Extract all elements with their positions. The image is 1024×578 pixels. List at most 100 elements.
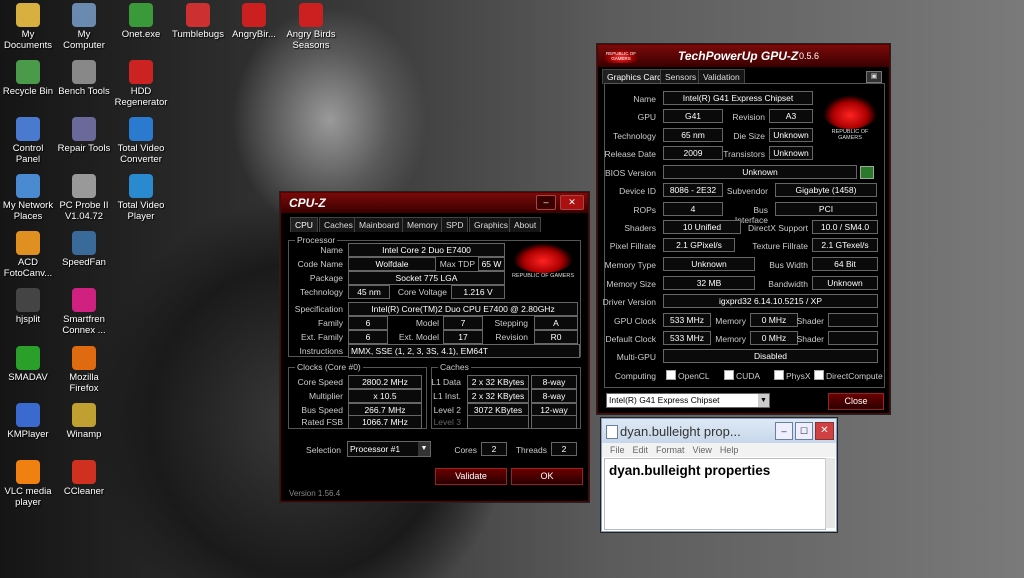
- hdd-regenerator-icon[interactable]: [129, 60, 153, 84]
- extfamily-label: Ext. Family: [300, 332, 343, 342]
- checkbox-directcompute[interactable]: [814, 370, 824, 380]
- minimize-button[interactable]: –: [536, 195, 556, 210]
- gpuclock-value: 533 MHz: [663, 313, 711, 327]
- desktop-icon[interactable]: Angry Birds Seasons: [283, 3, 339, 51]
- checkbox-physx[interactable]: [774, 370, 784, 380]
- gpuz-version: 0.5.6: [799, 51, 820, 61]
- desktop-icon[interactable]: PC Probe II V1.04.72: [56, 174, 112, 222]
- computer-icon[interactable]: [72, 3, 96, 27]
- desktop-icon[interactable]: My Computer: [56, 3, 112, 51]
- desktop-icon[interactable]: hjsplit: [0, 288, 56, 325]
- tab-mainboard[interactable]: Mainboard: [354, 217, 405, 232]
- tab-graphics-card[interactable]: Graphics Card: [602, 69, 667, 84]
- desktop-icon[interactable]: Winamp: [56, 403, 112, 440]
- desktop-icon[interactable]: ACD FotoCanv...: [0, 231, 56, 279]
- recycle-bin-icon[interactable]: [16, 60, 40, 84]
- desktop-icon[interactable]: My Documents: [0, 3, 56, 51]
- tab-caches[interactable]: Caches: [319, 217, 358, 232]
- desktop-icon[interactable]: My Network Places: [0, 174, 56, 222]
- desktop-icon[interactable]: Total Video Converter: [113, 117, 169, 165]
- close-button[interactable]: ✕: [815, 422, 834, 440]
- angry-birds-icon[interactable]: [242, 3, 266, 27]
- total-video-player-icon[interactable]: [129, 174, 153, 198]
- smartfren-icon[interactable]: [72, 288, 96, 312]
- validate-button[interactable]: Validate: [435, 468, 507, 485]
- desktop-icon[interactable]: Bench Tools: [56, 60, 112, 97]
- technology-label: Technology: [299, 287, 343, 297]
- directx-value: 10.0 / SM4.0: [812, 220, 878, 234]
- gpuclock-label: GPU Clock: [613, 316, 656, 326]
- tab-cpu[interactable]: CPU: [290, 217, 318, 232]
- angry-birds-seasons-icon[interactable]: [299, 3, 323, 27]
- desktop-icon[interactable]: Recycle Bin: [0, 60, 56, 97]
- smadav-icon[interactable]: [16, 346, 40, 370]
- scrollbar[interactable]: [825, 458, 835, 528]
- onet-icon[interactable]: [129, 3, 153, 27]
- tab-sensors[interactable]: Sensors: [660, 69, 702, 84]
- maxtdp-value: 65 W: [478, 257, 505, 271]
- checkbox-cuda[interactable]: [724, 370, 734, 380]
- winamp-icon[interactable]: [72, 403, 96, 427]
- ok-button[interactable]: OK: [511, 468, 583, 485]
- network-places-icon[interactable]: [16, 174, 40, 198]
- tab-memory[interactable]: Memory: [402, 217, 443, 232]
- close-button[interactable]: Close: [828, 393, 884, 410]
- tab-spd[interactable]: SPD: [441, 217, 469, 232]
- desktop-icon[interactable]: HDD Regenerator: [113, 60, 169, 108]
- total-video-converter-icon[interactable]: [129, 117, 153, 141]
- acd-fotocanvas-icon[interactable]: [16, 231, 40, 255]
- chevron-down-icon[interactable]: ▼: [418, 442, 430, 456]
- bench-tools-icon[interactable]: [72, 60, 96, 84]
- selection-dropdown[interactable]: Processor #1 ▼: [347, 441, 431, 457]
- menu-file[interactable]: File: [610, 443, 625, 457]
- desktop-icon[interactable]: Smartfren Connex ...: [56, 288, 112, 336]
- desktop-icon[interactable]: Repair Tools: [56, 117, 112, 154]
- desktop-icon[interactable]: Total Video Player: [113, 174, 169, 222]
- desktop-icon[interactable]: Control Panel: [0, 117, 56, 165]
- desktop-icon[interactable]: Mozilla Firefox: [56, 346, 112, 394]
- desktop-icon[interactable]: Tumblebugs: [170, 3, 226, 40]
- properties-titlebar[interactable]: dyan.bulleight prop... – ☐ ✕: [602, 419, 836, 443]
- checkbox-opencl[interactable]: [666, 370, 676, 380]
- repair-tools-icon[interactable]: [72, 117, 96, 141]
- cpuz-titlebar[interactable]: CPU-Z – ✕: [281, 193, 588, 213]
- vlc-icon[interactable]: [16, 460, 40, 484]
- desktop-icon[interactable]: CCleaner: [56, 460, 112, 497]
- desktop-icon[interactable]: KMPlayer: [0, 403, 56, 440]
- ccleaner-icon[interactable]: [72, 460, 96, 484]
- close-button[interactable]: ✕: [560, 195, 584, 210]
- pc-probe-icon[interactable]: [72, 174, 96, 198]
- maximize-button[interactable]: ☐: [795, 422, 813, 440]
- control-panel-icon[interactable]: [16, 117, 40, 141]
- selection-value: Processor #1: [350, 444, 401, 454]
- menu-format[interactable]: Format: [656, 443, 685, 457]
- speedfan-icon[interactable]: [72, 231, 96, 255]
- firefox-icon[interactable]: [72, 346, 96, 370]
- desktop-icon[interactable]: VLC media player: [0, 460, 56, 508]
- diesize-label: Die Size: [733, 131, 765, 141]
- folder-icon[interactable]: [16, 3, 40, 27]
- device-select[interactable]: Intel(R) G41 Express Chipset ▼: [606, 393, 770, 408]
- desktop-icon[interactable]: AngryBir...: [226, 3, 282, 40]
- gpuz-titlebar[interactable]: REPUBLIC OF GAMERS TechPowerUp GPU-Z 0.5…: [598, 45, 889, 67]
- family-value: 6: [348, 316, 388, 330]
- hjsplit-icon[interactable]: [16, 288, 40, 312]
- desktop-icon-label: AngryBir...: [232, 29, 276, 40]
- tab-graphics[interactable]: Graphics: [469, 217, 514, 232]
- menu-help[interactable]: Help: [720, 443, 739, 457]
- chip-icon[interactable]: [860, 166, 874, 179]
- tab-validation[interactable]: Validation: [698, 69, 745, 84]
- camera-icon[interactable]: ▣: [866, 71, 882, 83]
- menu-view[interactable]: View: [693, 443, 712, 457]
- desktop-icon[interactable]: SpeedFan: [56, 231, 112, 268]
- minimize-button[interactable]: –: [775, 422, 793, 440]
- revision-label: Revision: [495, 332, 528, 342]
- desktop-icon[interactable]: SMADAV: [0, 346, 56, 383]
- tab-about[interactable]: About: [509, 217, 542, 232]
- text-area[interactable]: dyan.bulleight properties: [604, 458, 826, 530]
- desktop-icon[interactable]: Onet.exe: [113, 3, 169, 40]
- menu-edit[interactable]: Edit: [633, 443, 649, 457]
- tumblebugs-icon[interactable]: [186, 3, 210, 27]
- chevron-down-icon[interactable]: ▼: [758, 394, 769, 407]
- kmplayer-icon[interactable]: [16, 403, 40, 427]
